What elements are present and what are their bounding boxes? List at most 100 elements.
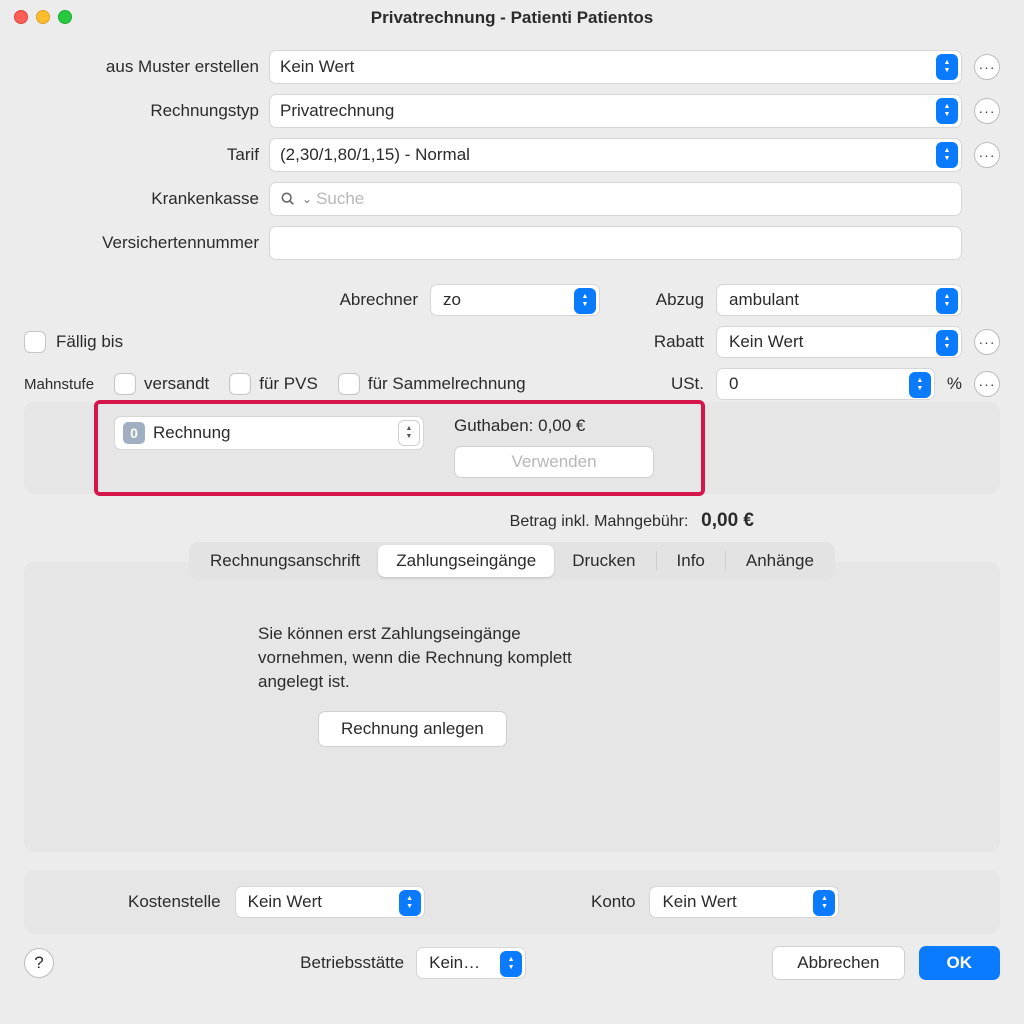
- close-icon[interactable]: [14, 10, 28, 24]
- chevrons-icon: [909, 372, 931, 398]
- more-ust-button[interactable]: ···: [974, 371, 1000, 397]
- ok-button[interactable]: OK: [919, 946, 1001, 980]
- tab-label: Zahlungseingänge: [396, 551, 536, 571]
- select-kostenstelle-value: Kein Wert: [248, 892, 322, 912]
- select-rabatt-value: Kein Wert: [729, 332, 803, 352]
- select-abrechner[interactable]: zo: [430, 284, 600, 316]
- label-krankenkasse: Krankenkasse: [24, 189, 259, 209]
- chevrons-icon: [936, 98, 958, 124]
- label-ust: USt.: [640, 374, 704, 394]
- checkbox-sammel[interactable]: [338, 373, 360, 395]
- chevrons-icon: [936, 330, 958, 356]
- tab-info[interactable]: Info: [659, 545, 723, 577]
- label-versichertennummer: Versichertennummer: [24, 233, 259, 253]
- label-mahnstufe: Mahnstufe: [24, 376, 94, 393]
- tab-label: Rechnungsanschrift: [210, 551, 360, 571]
- tab-separator: [725, 551, 726, 571]
- panel-message: Sie können erst Zahlungseingänge vornehm…: [258, 622, 608, 693]
- checkbox-versandt[interactable]: [114, 373, 136, 395]
- select-rechnungstyp[interactable]: Privatrechnung: [269, 94, 962, 128]
- select-konto-value: Kein Wert: [662, 892, 736, 912]
- window-title: Privatrechnung - Patienti Patientos: [12, 8, 1012, 28]
- cancel-button-label: Abbrechen: [797, 953, 879, 973]
- window-controls: [14, 10, 72, 24]
- maximize-icon[interactable]: [58, 10, 72, 24]
- tab-drucken[interactable]: Drucken: [554, 545, 653, 577]
- chevrons-icon: [574, 288, 596, 314]
- betrag-value: 0,00 €: [701, 510, 754, 531]
- chevrons-icon: [936, 54, 958, 80]
- titlebar: Privatrechnung - Patienti Patientos: [0, 0, 1024, 36]
- mahnstufe-badge: 0: [123, 422, 145, 444]
- label-tarif: Tarif: [24, 145, 259, 165]
- select-abzug-value: ambulant: [729, 290, 799, 310]
- select-mahnstufe-value: Rechnung: [153, 423, 231, 443]
- input-versichertennummer[interactable]: [269, 226, 962, 260]
- checkbox-pvs[interactable]: [229, 373, 251, 395]
- label-pvs: für PVS: [259, 374, 318, 394]
- search-icon: [280, 191, 296, 207]
- select-ust-value: 0: [729, 374, 738, 394]
- chevrons-icon: [500, 951, 522, 977]
- label-rechnungstyp: Rechnungstyp: [24, 101, 259, 121]
- search-krankenkasse[interactable]: ⌄ Suche: [269, 182, 962, 216]
- tab-anhaenge[interactable]: Anhänge: [728, 545, 832, 577]
- more-tarif-button[interactable]: ···: [974, 142, 1000, 168]
- select-ust[interactable]: 0: [716, 368, 935, 400]
- label-versandt: versandt: [144, 374, 209, 394]
- tab-label: Info: [677, 551, 705, 571]
- label-rabatt: Rabatt: [640, 332, 704, 352]
- tab-zahlungseingaenge[interactable]: Zahlungseingänge: [378, 545, 554, 577]
- bottom-panel: Kostenstelle Kein Wert Konto Kein Wert: [24, 870, 1000, 934]
- label-sammel: für Sammelrechnung: [368, 374, 526, 394]
- label-abrechner: Abrechner: [340, 290, 418, 310]
- select-abzug[interactable]: ambulant: [716, 284, 962, 316]
- more-rechnungstyp-button[interactable]: ···: [974, 98, 1000, 124]
- select-muster-value: Kein Wert: [280, 57, 354, 77]
- tab-panel: Sie können erst Zahlungseingänge vornehm…: [24, 562, 1000, 852]
- help-button[interactable]: ?: [24, 948, 54, 978]
- chevrons-icon: [936, 288, 958, 314]
- label-muster: aus Muster erstellen: [24, 57, 259, 77]
- tab-label: Drucken: [572, 551, 635, 571]
- tab-rechnungsanschrift[interactable]: Rechnungsanschrift: [192, 545, 378, 577]
- select-muster[interactable]: Kein Wert: [269, 50, 962, 84]
- select-tarif[interactable]: (2,30/1,80/1,15) - Normal: [269, 138, 962, 172]
- select-rabatt[interactable]: Kein Wert: [716, 326, 962, 358]
- select-abrechner-value: zo: [443, 290, 461, 310]
- label-konto: Konto: [591, 892, 635, 912]
- verwenden-button-label: Verwenden: [511, 452, 596, 472]
- mahnstufe-panel: 0 Rechnung Guthaben: 0,00 € Verwenden: [24, 402, 1000, 494]
- chevrons-icon: [813, 890, 835, 916]
- chevrons-icon: [399, 890, 421, 916]
- cancel-button[interactable]: Abbrechen: [772, 946, 904, 980]
- tab-label: Anhänge: [746, 551, 814, 571]
- select-mahnstufe[interactable]: 0 Rechnung: [114, 416, 424, 450]
- chevron-down-icon: ⌄: [302, 192, 312, 206]
- tabs: Rechnungsanschrift Zahlungseingänge Druc…: [189, 542, 835, 580]
- more-rabatt-button[interactable]: ···: [974, 329, 1000, 355]
- more-muster-button[interactable]: ···: [974, 54, 1000, 80]
- label-faellig: Fällig bis: [56, 332, 123, 352]
- checkbox-faellig[interactable]: [24, 331, 46, 353]
- chevrons-icon: [936, 142, 958, 168]
- verwenden-button[interactable]: Verwenden: [454, 446, 654, 478]
- label-kostenstelle: Kostenstelle: [128, 892, 221, 912]
- ust-suffix: %: [947, 374, 962, 394]
- select-rechnungstyp-value: Privatrechnung: [280, 101, 394, 121]
- ok-button-label: OK: [947, 953, 973, 973]
- minimize-icon[interactable]: [36, 10, 50, 24]
- select-betriebsstaette[interactable]: Kein…: [416, 947, 526, 979]
- label-abzug: Abzug: [640, 290, 704, 310]
- search-placeholder: Suche: [316, 189, 364, 209]
- tab-separator: [656, 551, 657, 571]
- betrag-label: Betrag inkl. Mahngebühr:: [510, 513, 689, 530]
- select-betriebsstaette-value: Kein…: [429, 953, 480, 973]
- select-tarif-value: (2,30/1,80/1,15) - Normal: [280, 145, 470, 165]
- select-kostenstelle[interactable]: Kein Wert: [235, 886, 425, 918]
- guthaben-label: Guthaben: 0,00 €: [454, 416, 654, 436]
- select-konto[interactable]: Kein Wert: [649, 886, 839, 918]
- label-betriebsstaette: Betriebsstätte: [300, 953, 404, 973]
- chevrons-icon: [398, 420, 420, 446]
- rechnung-anlegen-button[interactable]: Rechnung anlegen: [318, 711, 507, 747]
